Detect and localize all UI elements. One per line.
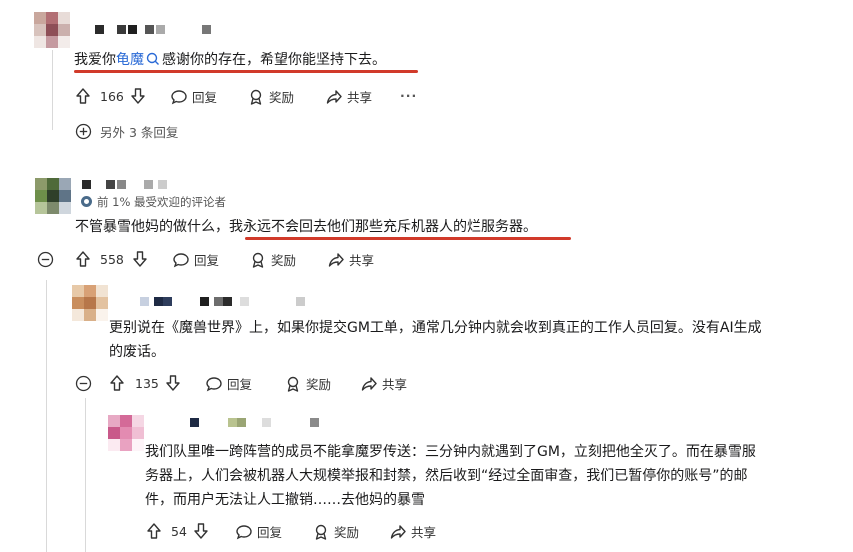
avatar[interactable] (34, 12, 70, 48)
arrow-down-icon (133, 251, 147, 267)
comment-text-line: 的废话。 (109, 344, 165, 360)
award-icon (315, 524, 327, 540)
downvote-button[interactable] (164, 374, 182, 392)
comment-bubble-icon (171, 89, 187, 104)
upvote-button[interactable] (74, 250, 92, 268)
collapse-button[interactable] (75, 375, 92, 392)
collapse-button[interactable] (37, 251, 54, 268)
award-icon (287, 376, 299, 392)
reply-button[interactable]: 回复 (170, 87, 217, 106)
highlight-underline (245, 237, 571, 240)
thread-line (85, 398, 86, 552)
reply-button[interactable]: 回复 (235, 522, 282, 541)
minus-circle-icon (75, 375, 92, 392)
minus-circle-icon (37, 251, 54, 268)
award-button[interactable]: 奖励 (312, 522, 359, 541)
thread-line (52, 50, 53, 130)
highlight-underline (74, 70, 418, 73)
arrow-up-icon (147, 523, 161, 539)
arrow-up-icon (76, 251, 90, 267)
upvote-button[interactable] (108, 374, 126, 392)
downvote-button[interactable] (192, 522, 210, 540)
username[interactable] (190, 415, 330, 429)
vote-count: 558 (100, 252, 124, 267)
share-icon (326, 89, 342, 104)
share-button[interactable]: 共享 (360, 374, 407, 393)
avatar[interactable] (35, 178, 71, 214)
comment-text-line: 更别说在《魔兽世界》上，如果你提交GM工单，通常几分钟内就会收到真正的工作人员回… (109, 320, 762, 336)
upvote-button[interactable] (145, 522, 163, 540)
share-icon (390, 524, 406, 539)
vote-count: 54 (171, 524, 187, 539)
plus-circle-icon (75, 123, 92, 140)
comment-text: 不管暴雪他妈的做什么，我永远不会回去他们那些充斥机器人的烂服务器。 (75, 219, 537, 235)
avatar[interactable] (72, 285, 108, 321)
reply-button[interactable]: 回复 (205, 374, 252, 393)
arrow-up-icon (76, 88, 90, 104)
username[interactable] (95, 22, 215, 36)
comment-text-line: 务器上，人们会被机器人大规模举报和封禁，然后收到“经过全面审查，我们已暂停你的账… (145, 468, 748, 484)
reply-button[interactable]: 回复 (172, 250, 219, 269)
downvote-button[interactable] (129, 87, 147, 105)
share-button[interactable]: 共享 (325, 87, 372, 106)
vote-count: 135 (135, 376, 159, 391)
comment-text-line: 件，而用户无法让人工撤销……去他妈的暴雪 (145, 492, 425, 508)
upvote-button[interactable] (74, 87, 92, 105)
username[interactable] (82, 178, 192, 190)
share-icon (361, 376, 377, 391)
downvote-button[interactable] (131, 250, 149, 268)
share-button[interactable]: 共享 (327, 250, 374, 269)
award-icon (252, 252, 264, 268)
comment-bubble-icon (236, 524, 252, 539)
award-button[interactable]: 奖励 (284, 374, 331, 393)
avatar[interactable] (108, 415, 144, 451)
award-button[interactable]: 奖励 (249, 250, 296, 269)
arrow-down-icon (166, 375, 180, 391)
username[interactable] (140, 294, 320, 308)
arrow-up-icon (110, 375, 124, 391)
award-button[interactable]: 奖励 (247, 87, 294, 106)
share-icon (328, 252, 344, 267)
arrow-down-icon (194, 523, 208, 539)
comment-bubble-icon (173, 252, 189, 267)
more-replies-button[interactable]: 另外 3 条回复 (75, 122, 178, 141)
share-button[interactable]: 共享 (389, 522, 436, 541)
comment-bubble-icon (206, 376, 222, 391)
vote-count: 166 (100, 89, 124, 104)
thread-line (46, 280, 47, 552)
badge-icon (80, 195, 93, 213)
award-icon (250, 89, 262, 105)
more-options-button[interactable]: ··· (400, 88, 417, 103)
arrow-down-icon (131, 88, 145, 104)
keyword-link[interactable]: 龟魔 (116, 52, 144, 68)
comment-text-line: 我们队里唯一跨阵营的成员不能拿魔罗传送：三分钟内就遇到了GM，立刻把他全灭了。而… (145, 444, 756, 460)
commenter-badge: 前 1% 最受欢迎的评论者 (80, 193, 226, 213)
